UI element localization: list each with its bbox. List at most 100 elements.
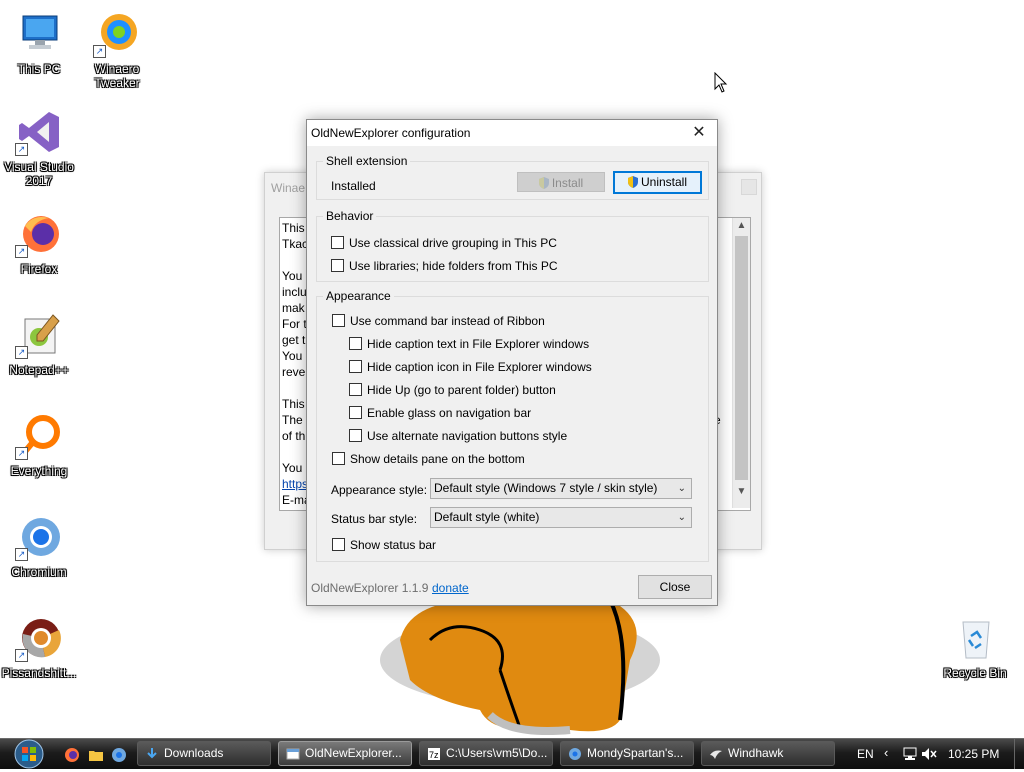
appearance-group: Appearance Use command bar instead of Ri… [316,289,709,562]
show-status-bar-checkbox[interactable]: Show status bar [332,538,436,552]
taskbar-item-label: MondySpartan's... [587,746,684,760]
shortcut-arrow-icon: ↗ [15,346,28,359]
mouse-cursor-icon [714,71,728,97]
desktop-icon-this-pc[interactable]: This PC [0,10,78,76]
firefox-icon[interactable] [64,747,80,763]
computer-icon [15,10,63,58]
notepad-plus-plus-icon: ↗ [15,311,63,359]
desktop-icon-label: Firefox [20,262,58,276]
text-line: You [282,269,303,283]
chromium-icon[interactable] [111,747,127,763]
classical-drive-grouping-checkbox[interactable]: Use classical drive grouping in This PC [331,236,557,250]
status-bar-style-label: Status bar style: [331,512,418,526]
shortcut-arrow-icon: ↗ [93,45,106,58]
uninstall-button[interactable]: Uninstall [613,171,702,194]
install-button[interactable]: Install [517,172,605,192]
network-icon[interactable] [902,747,918,761]
use-libraries-checkbox[interactable]: Use libraries; hide folders from This PC [331,259,558,273]
shell-extension-status: Installed [331,179,376,193]
scroll-up-icon[interactable]: ▲ [733,218,750,234]
status-bar-style-select[interactable]: Default style (white) ⌄ [430,507,692,528]
dialog-titlebar[interactable]: OldNewExplorer configuration ✕ [307,120,717,146]
checkbox-box[interactable] [349,337,362,350]
text-line: You [282,461,303,475]
desktop-icon-label: This PC [17,62,61,76]
checkbox-box[interactable] [349,429,362,442]
close-icon[interactable]: ✕ [687,122,711,144]
shortcut-arrow-icon: ↗ [15,245,28,258]
desktop-icon-notepad-plus-plus[interactable]: ↗ Notepad++ [0,311,78,377]
desktop-icon-winaero-tweaker[interactable]: ↗ Winaero Tweaker [78,10,156,90]
background-window-scrollbar[interactable]: ▲ ▼ [732,218,750,508]
text-link[interactable]: https [282,477,308,491]
show-desktop-button[interactable] [1014,739,1024,769]
taskbar-item-mondyspartan[interactable]: MondySpartan's... [560,741,694,766]
desktop-icon-recycle-bin[interactable]: Recycle Bin [936,614,1014,680]
taskbar-item-7zip[interactable]: 7z C:\Users\vm5\Do... [419,741,553,766]
taskbar-item-downloads[interactable]: Downloads [137,741,271,766]
checkbox-box[interactable] [349,383,362,396]
text-line: For t [282,317,307,331]
7zip-icon: 7z [428,748,440,760]
chevron-left-icon[interactable]: ‹ [884,745,888,760]
background-window-close-button[interactable] [741,179,757,195]
chevron-down-icon: ⌄ [677,512,686,523]
winaero-tweaker-icon: ↗ [93,10,141,58]
taskbar: Downloads OldNewExplorer... 7z C:\Users\… [0,738,1024,769]
command-bar-checkbox[interactable]: Use command bar instead of Ribbon [332,314,545,328]
alternate-nav-buttons-checkbox[interactable]: Use alternate navigation buttons style [349,429,567,443]
details-pane-checkbox[interactable]: Show details pane on the bottom [332,452,525,466]
desktop-icon-label: Pissandshitt... [1,666,77,680]
text-line: reve [282,365,306,379]
chrome-variant-icon: ↗ [15,614,63,662]
version-label: OldNewExplorer 1.1.9 [311,581,429,595]
desktop-icon-everything[interactable]: ↗ Everything [0,412,78,478]
scroll-down-icon[interactable]: ▼ [733,484,750,500]
windhawk-icon [710,750,722,759]
checkbox-label: Show details pane on the bottom [350,452,525,466]
desktop-icon-label: Visual Studio 2017 [4,160,74,188]
checkbox-box[interactable] [332,452,345,465]
checkbox-box[interactable] [331,236,344,249]
shortcut-arrow-icon: ↗ [15,447,28,460]
start-button[interactable] [8,739,50,769]
close-button[interactable]: Close [638,575,712,599]
text-line: You [282,349,303,363]
chromium-icon: ↗ [15,513,63,561]
text-line: Tkac [282,237,309,251]
scrollbar-thumb[interactable] [735,236,748,480]
checkbox-box[interactable] [349,406,362,419]
desktop-icon-pissandshitt[interactable]: ↗ Pissandshitt... [0,614,78,680]
clock[interactable]: 10:25 PM [948,747,999,761]
volume-muted-icon[interactable] [921,747,937,761]
everything-search-icon: ↗ [15,412,63,460]
windows-orb-icon [14,739,44,769]
text-line: inclu [282,285,307,299]
hide-caption-icon-checkbox[interactable]: Hide caption icon in File Explorer windo… [349,360,592,374]
donate-link[interactable]: donate [432,581,469,595]
checkbox-label: Show status bar [350,538,437,552]
desktop-icon-label: Chromium [11,565,67,579]
desktop-icon-label: Notepad++ [9,363,69,377]
hide-up-button-checkbox[interactable]: Hide Up (go to parent folder) button [349,383,556,397]
folder-icon[interactable] [88,747,104,763]
checkbox-box[interactable] [332,314,345,327]
checkbox-box[interactable] [331,259,344,272]
taskbar-item-oldnewexplorer[interactable]: OldNewExplorer... [278,741,412,766]
desktop-icon-firefox[interactable]: ↗ Firefox [0,210,78,276]
shortcut-arrow-icon: ↗ [15,548,28,561]
desktop-icon-visual-studio[interactable]: ↗ Visual Studio 2017 [0,108,78,188]
language-indicator[interactable]: EN [857,747,874,761]
hide-caption-text-checkbox[interactable]: Hide caption text in File Explorer windo… [349,337,589,351]
select-value: Default style (white) [434,510,540,524]
enable-glass-checkbox[interactable]: Enable glass on navigation bar [349,406,531,420]
checkbox-label: Use alternate navigation buttons style [367,429,568,443]
close-button-label: Close [659,580,691,594]
chromium-icon [569,748,581,760]
checkbox-box[interactable] [332,538,345,551]
checkbox-box[interactable] [349,360,362,373]
taskbar-item-windhawk[interactable]: Windhawk [701,741,835,766]
uninstall-button-label: Uninstall [640,175,688,189]
desktop-icon-chromium[interactable]: ↗ Chromium [0,513,78,579]
appearance-style-select[interactable]: Default style (Windows 7 style / skin st… [430,478,692,499]
